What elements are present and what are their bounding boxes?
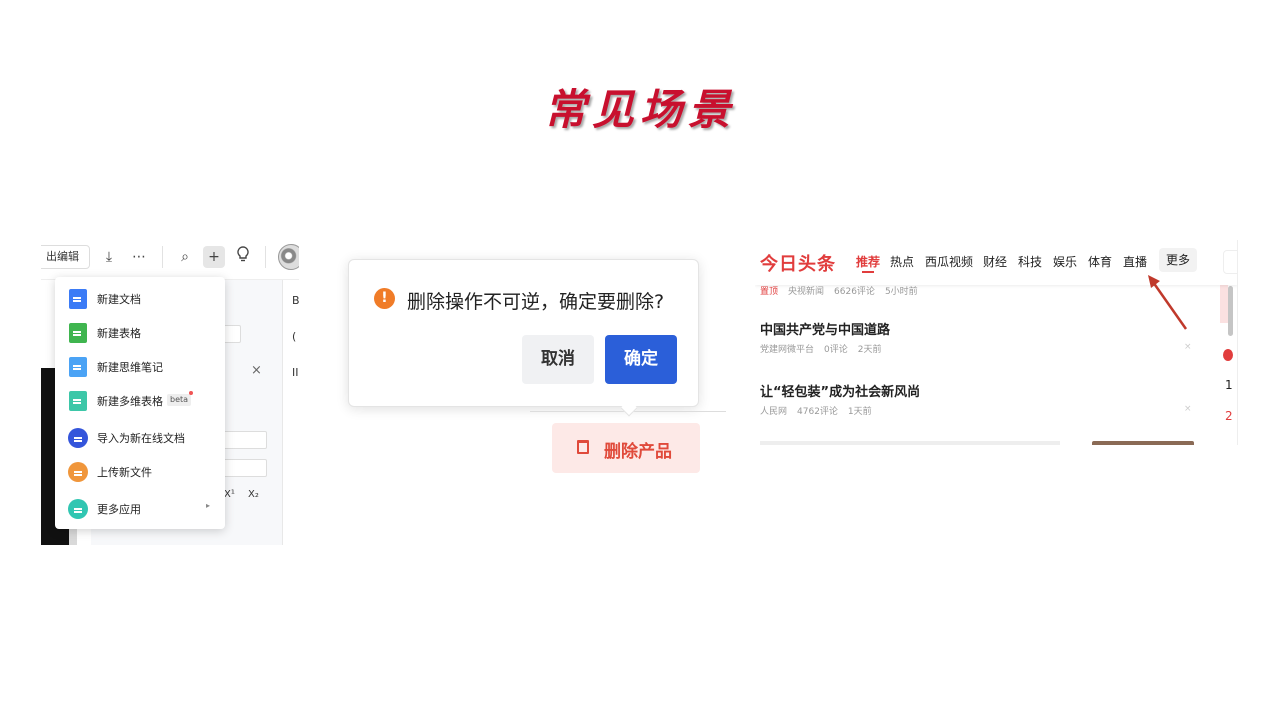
menu-item-more-apps[interactable]: 更多应用 ▸	[55, 493, 225, 523]
article-source: 党建网微平台	[760, 345, 815, 355]
article-source: 央视新闻	[788, 287, 825, 297]
search-box[interactable]	[1223, 250, 1237, 274]
article-time: 1天前	[847, 407, 872, 417]
delete-product-button[interactable]: 删除产品	[552, 423, 700, 473]
slide-title: 常见场景	[543, 85, 736, 134]
side-widget-icon	[1223, 349, 1233, 361]
dismiss-icon[interactable]: ×	[1184, 342, 1192, 352]
tab-hot[interactable]: 热点	[890, 253, 914, 270]
trash-icon	[577, 440, 589, 454]
pinned-meta: 置顶 央视新闻 6626评论 5小时前	[760, 284, 928, 297]
menu-item-new-mindnote[interactable]: 新建思维笔记	[55, 351, 225, 381]
download-icon[interactable]: ⤓	[98, 246, 120, 268]
warning-icon: !	[374, 288, 395, 309]
article-title[interactable]: 中国共产党与中国道路	[760, 319, 890, 338]
article-meta: 党建网微平台 0评论 2天前	[760, 342, 891, 355]
annotation-arrow	[1148, 275, 1188, 330]
menu-item-label: 导入为新在线文档	[97, 432, 185, 445]
slide: 常见场景 × X¹ X₂ B ( II 出编辑 ⤓ ⋯ ⌕ + 新建文档 新建表…	[0, 0, 1280, 720]
search-icon[interactable]: ⌕	[174, 246, 196, 268]
new-file-menu: 新建文档 新建表格 新建思维笔记 新建多维表格 beta 导入为新在线文档 上传…	[55, 277, 225, 529]
menu-item-new-bitable[interactable]: 新建多维表格 beta	[55, 385, 225, 415]
upload-icon	[68, 462, 88, 482]
article-comments: 4762评论	[797, 407, 838, 417]
toolbar-divider	[162, 246, 163, 268]
tab-xigua[interactable]: 西瓜视频	[925, 253, 973, 270]
side-banner	[1220, 285, 1228, 323]
side-rank: 1	[1225, 378, 1233, 392]
sheet-icon	[69, 323, 87, 343]
article-comments: 6626评论	[834, 287, 875, 297]
new-dot	[189, 391, 193, 395]
menu-item-new-doc[interactable]: 新建文档	[55, 283, 225, 313]
menu-item-label: 新建多维表格	[97, 395, 163, 408]
side-rank: 2	[1225, 409, 1233, 423]
menu-item-label: 新建文档	[97, 293, 141, 306]
mindnote-icon	[69, 357, 87, 377]
bold-button[interactable]: B	[292, 294, 299, 307]
import-icon	[68, 428, 88, 448]
exit-edit-button[interactable]: 出编辑	[41, 245, 90, 269]
logo[interactable]: 今日头条	[760, 250, 836, 276]
article-thumbnail[interactable]	[1092, 441, 1194, 445]
tab-recommend[interactable]: 推荐	[856, 253, 880, 270]
doc-icon	[69, 289, 87, 309]
news-feed-screenshot: 置顶 央视新闻 6626评论 5小时前 中国共产党与中国道路 党建网微平台 0评论 2天前…	[755, 240, 1238, 445]
menu-item-new-sheet[interactable]: 新建表格	[55, 317, 225, 347]
apps-icon	[68, 499, 88, 519]
pinned-tag: 置顶	[760, 287, 779, 297]
format-button[interactable]: II	[292, 366, 299, 379]
article-meta: 人民网 4762评论 1天前	[760, 404, 882, 417]
bitable-icon	[69, 391, 87, 411]
tab-tech[interactable]: 科技	[1018, 253, 1042, 270]
menu-item-import[interactable]: 导入为新在线文档	[55, 422, 225, 452]
tab-live[interactable]: 直播	[1123, 253, 1147, 270]
format-button[interactable]: (	[292, 330, 296, 343]
submenu-caret-icon: ▸	[206, 501, 211, 510]
superscript-button[interactable]: X¹	[224, 489, 235, 500]
active-tab-indicator	[862, 271, 874, 273]
avatar[interactable]	[278, 244, 299, 270]
menu-item-label: 上传新文件	[97, 466, 152, 479]
tab-entertainment[interactable]: 娱乐	[1053, 253, 1077, 270]
beta-badge: beta	[167, 394, 192, 406]
next-article-preview	[760, 441, 1060, 445]
tab-sports[interactable]: 体育	[1088, 253, 1112, 270]
idea-icon[interactable]	[232, 246, 254, 268]
scrollbar[interactable]	[1228, 286, 1233, 336]
panel-close-icon[interactable]: ×	[251, 363, 262, 378]
cancel-button[interactable]: 取消	[522, 335, 594, 384]
toolbar-divider	[265, 246, 266, 268]
confirm-button[interactable]: 确定	[605, 335, 677, 384]
article-time: 5小时前	[884, 287, 918, 297]
menu-item-label: 新建表格	[97, 327, 141, 340]
delete-product-label: 删除产品	[604, 442, 672, 462]
confirm-message: 删除操作不可逆，确定要删除?	[407, 291, 665, 313]
add-icon[interactable]: +	[203, 246, 225, 268]
more-tabs-button[interactable]: 更多	[1159, 248, 1197, 272]
menu-item-label: 新建思维笔记	[97, 361, 163, 374]
format-column: B ( II	[282, 280, 299, 545]
menu-item-upload[interactable]: 上传新文件	[55, 456, 225, 486]
article-source: 人民网	[760, 407, 788, 417]
tab-finance[interactable]: 财经	[983, 253, 1007, 270]
more-icon[interactable]: ⋯	[128, 246, 150, 268]
article-time: 2天前	[857, 345, 882, 355]
article-title[interactable]: 让“轻包装”成为社会新风尚	[760, 381, 920, 400]
article-comments: 0评论	[824, 345, 848, 355]
menu-item-label: 更多应用	[97, 503, 141, 516]
editor-toolbar: 出编辑 ⤓ ⋯ ⌕ +	[41, 240, 299, 280]
dismiss-icon[interactable]: ×	[1184, 404, 1192, 414]
confirm-popover: ! 删除操作不可逆，确定要删除? 取消 确定	[348, 259, 699, 407]
subscript-button[interactable]: X₂	[248, 489, 259, 500]
